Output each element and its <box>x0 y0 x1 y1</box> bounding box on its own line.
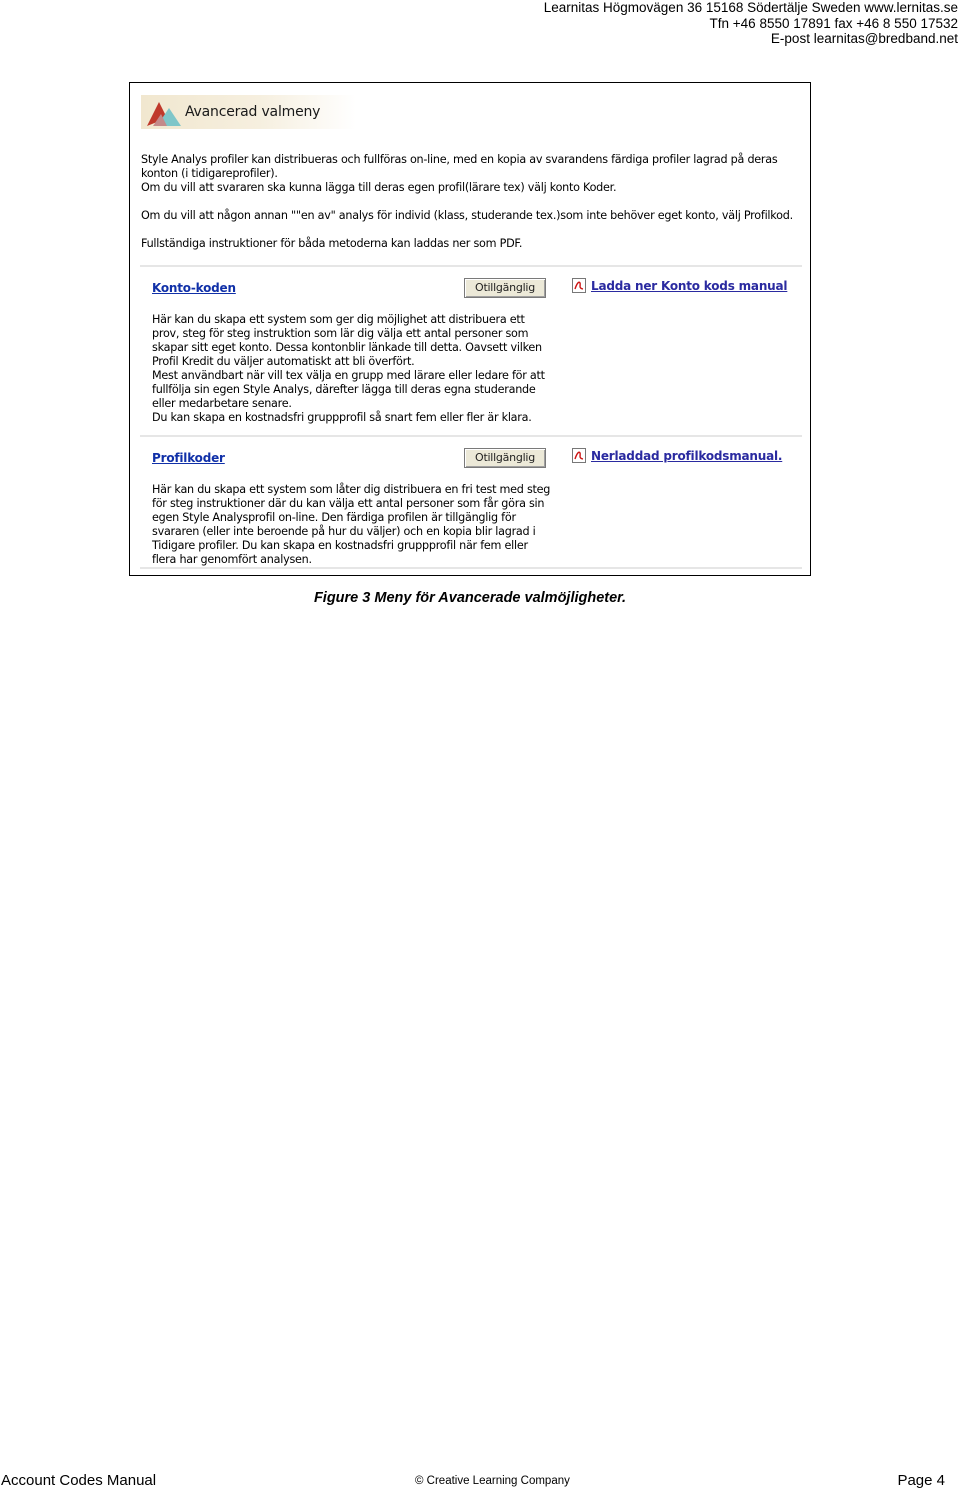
konto-koden-link[interactable]: Konto-koden <box>152 281 236 295</box>
company-contact-header: Learnitas Högmovägen 36 15168 Södertälje… <box>544 0 958 47</box>
intro-paragraph: Om du vill att någon annan ""en av" anal… <box>141 209 793 222</box>
page-footer: Account Codes Manual © Creative Learning… <box>0 1472 960 1492</box>
intro-paragraph: Om du vill att svararen ska kunna lägga … <box>141 181 617 194</box>
figure-caption: Figure 3 Meny för Avancerade valmöjlighe… <box>313 590 627 606</box>
footer-copyright: © Creative Learning Company <box>415 1475 570 1487</box>
intro-paragraph: Style Analys profiler kan distribueras o… <box>141 153 778 180</box>
header-email-line: E-post learnitas@bredband.net <box>770 31 958 46</box>
header-address-line: Learnitas Högmovägen 36 15168 Södertälje… <box>543 0 958 15</box>
description-paragraph: Här kan du skapa ett system som låter di… <box>152 483 551 566</box>
intro-paragraph: Fullständiga instruktioner för båda meto… <box>141 237 523 250</box>
menu-banner: Avancerad valmeny <box>141 95 356 129</box>
pdf-link-label: Nerladdad profilkodsmanual. <box>591 448 783 463</box>
footer-page-number: Page 4 <box>897 1472 945 1489</box>
konto-koden-description: Här kan du skapa ett system som ger dig … <box>152 313 552 425</box>
pdf-icon <box>572 448 586 463</box>
pdf-icon <box>572 278 586 293</box>
description-paragraph: Mest användbart när vill tex välja en gr… <box>152 369 545 410</box>
profilkoder-unavailable-button[interactable]: Otillgänglig <box>464 448 546 468</box>
description-paragraph: Du kan skapa en kostnadsfri gruppprofil … <box>152 411 532 424</box>
header-phone-line: Tfn +46 8550 17891 fax +46 8 550 17532 <box>709 15 958 31</box>
profilkoder-description: Här kan du skapa ett system som låter di… <box>152 483 552 567</box>
section-divider <box>140 435 802 437</box>
pdf-link-label: Ladda ner Konto kods manual <box>591 278 788 293</box>
download-profilkods-manual-link[interactable]: Nerladdad profilkodsmanual. <box>571 447 782 464</box>
menu-banner-title: Avancerad valmeny <box>185 104 321 120</box>
section-divider <box>140 265 802 267</box>
section-divider <box>140 567 802 569</box>
logo-triangles-icon <box>147 102 181 126</box>
intro-text: Style Analys profiler kan distribueras o… <box>141 153 801 251</box>
description-paragraph: Här kan du skapa ett system som ger dig … <box>152 313 542 368</box>
advanced-menu-screenshot: Avancerad valmeny Style Analys profiler … <box>140 93 802 569</box>
profilkoder-link[interactable]: Profilkoder <box>152 451 225 465</box>
footer-document-title: Account Codes Manual <box>1 1472 157 1489</box>
figure-screenshot-frame: Avancerad valmeny Style Analys profiler … <box>129 82 811 576</box>
konto-koden-unavailable-button[interactable]: Otillgänglig <box>464 278 546 298</box>
download-konto-kods-manual-link[interactable]: Ladda ner Konto kods manual <box>571 277 788 294</box>
